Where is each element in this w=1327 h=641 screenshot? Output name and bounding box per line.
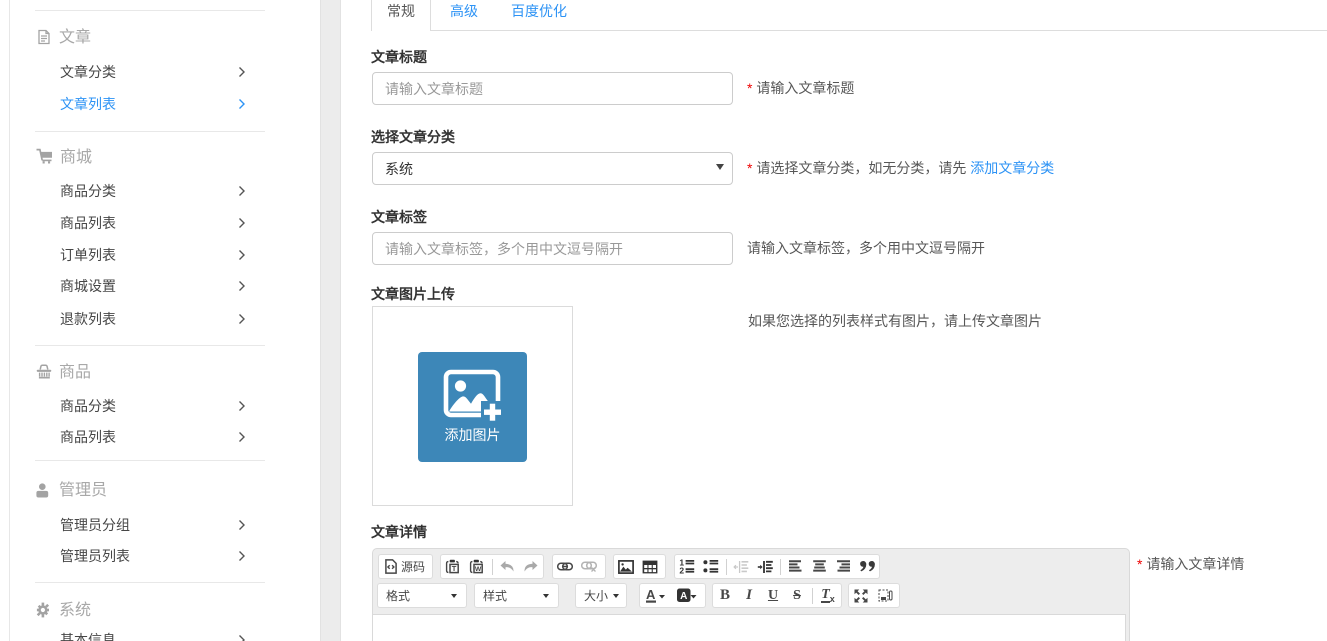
svg-text:T: T bbox=[452, 564, 457, 573]
svg-text:W: W bbox=[475, 566, 482, 573]
svg-text:2: 2 bbox=[679, 566, 684, 574]
svg-text:A: A bbox=[646, 588, 656, 602]
svg-text:A: A bbox=[680, 591, 687, 602]
